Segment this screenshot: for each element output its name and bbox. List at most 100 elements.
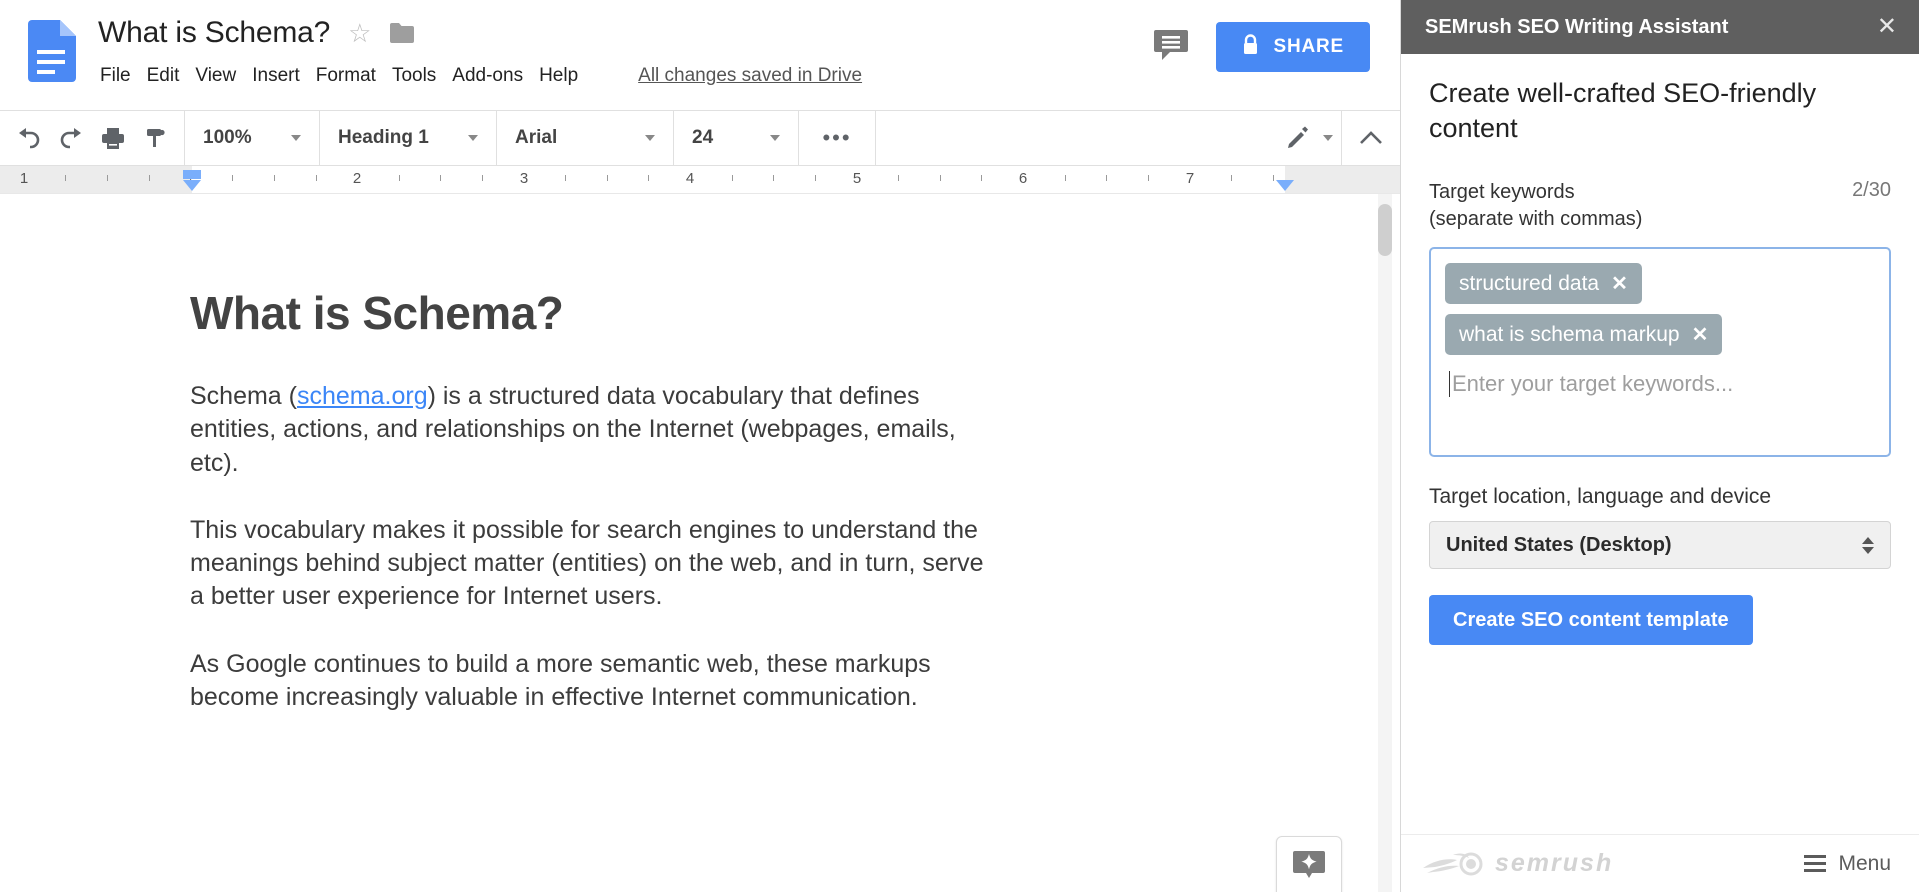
keyword-tag[interactable]: what is schema markup ✕: [1445, 314, 1723, 356]
vertical-scrollbar-track[interactable]: [1378, 194, 1392, 892]
ruler-number: 4: [685, 170, 695, 187]
semrush-wordmark: semrush: [1495, 849, 1614, 877]
ruler-number: 3: [519, 170, 529, 187]
keyword-tag[interactable]: structured data ✕: [1445, 263, 1642, 305]
title-row: What is Schema? ☆: [98, 16, 862, 50]
document-heading: What is Schema?: [190, 287, 564, 339]
create-seo-content-template-button[interactable]: Create SEO content template: [1429, 595, 1753, 646]
panel-headline: Create well-crafted SEO-friendly content: [1429, 78, 1817, 143]
keywords-counter: 2/30: [1852, 179, 1891, 202]
document-page[interactable]: What is Schema? Schema (schema.org) is a…: [0, 194, 1400, 714]
document-body: What is Schema? Schema (schema.org) is a…: [0, 286, 1180, 714]
font-family-select[interactable]: Arial: [505, 117, 665, 159]
keywords-label: Target keywords (separate with commas): [1429, 179, 1642, 233]
vertical-scrollbar-thumb[interactable]: [1378, 204, 1392, 256]
panel-menu-label: Menu: [1838, 851, 1891, 875]
paragraph-style-select[interactable]: Heading 1: [328, 117, 488, 159]
header-actions: SHARE: [1154, 22, 1370, 72]
remove-keyword-icon[interactable]: ✕: [1692, 322, 1709, 347]
menu-item-file[interactable]: File: [98, 62, 147, 90]
document-paragraph: As Google continues to build a more sema…: [190, 649, 931, 711]
paint-format-icon[interactable]: [134, 117, 176, 159]
ruler-left-margin: [0, 166, 192, 193]
share-button[interactable]: SHARE: [1216, 22, 1370, 72]
menu-item-insert[interactable]: Insert: [252, 62, 316, 90]
menu-item-tools[interactable]: Tools: [392, 62, 452, 90]
document-title[interactable]: What is Schema?: [98, 16, 330, 50]
redo-icon[interactable]: [50, 117, 92, 159]
target-keywords-input[interactable]: structured data ✕ what is schema markup …: [1429, 247, 1891, 458]
ruler-number: 1: [19, 170, 29, 187]
right-indent-marker[interactable]: [1276, 180, 1294, 191]
hamburger-icon: [1804, 855, 1827, 872]
first-line-indent-marker[interactable]: [183, 180, 201, 191]
chevron-down-icon: [468, 135, 478, 141]
folder-icon[interactable]: [389, 22, 415, 44]
zoom-select[interactable]: 100%: [193, 117, 311, 159]
more-options-button[interactable]: •••: [807, 117, 867, 159]
undo-icon[interactable]: [8, 117, 50, 159]
ruler[interactable]: 1 2 3 4 5 6 7: [0, 166, 1400, 194]
keyword-tag-label: structured data: [1459, 271, 1600, 295]
comment-icon[interactable]: [1154, 28, 1190, 67]
keywords-label-row: Target keywords (separate with commas) 2…: [1429, 179, 1891, 233]
zoom-value: 100%: [203, 127, 252, 148]
keywords-label-line1: Target keywords: [1429, 181, 1575, 204]
keyword-tag-label: what is schema markup: [1459, 322, 1680, 346]
font-group: Arial: [497, 111, 674, 165]
explore-button[interactable]: [1276, 836, 1342, 892]
location-label: Target location, language and device: [1429, 485, 1772, 509]
close-icon[interactable]: ✕: [1877, 15, 1897, 39]
zoom-group: 100%: [185, 111, 320, 165]
lock-icon: [1242, 33, 1259, 61]
ruler-number: 5: [852, 170, 862, 187]
history-group: [0, 111, 185, 165]
keywords-placeholder: Enter your target keywords...: [1452, 371, 1734, 397]
keywords-label-line2: (separate with commas): [1429, 208, 1643, 231]
font-size-value: 24: [692, 127, 714, 148]
left-indent-handle[interactable]: [183, 170, 201, 179]
style-group: Heading 1: [320, 111, 497, 165]
font-family-value: Arial: [515, 127, 558, 148]
docs-header: What is Schema? ☆ File Edit View Insert …: [0, 0, 1400, 110]
location-select[interactable]: United States (Desktop): [1429, 521, 1891, 570]
menu-item-view[interactable]: View: [195, 62, 252, 90]
stepper-icon: [1862, 536, 1874, 554]
semrush-seo-writing-assistant-panel: SEMrush SEO Writing Assistant ✕ Create w…: [1400, 0, 1919, 892]
chevron-up-icon[interactable]: [1350, 117, 1392, 159]
schema-org-link[interactable]: schema.org: [297, 382, 428, 410]
ruler-number: 6: [1018, 170, 1028, 187]
menu-item-edit[interactable]: Edit: [147, 62, 196, 90]
keyword-text-entry[interactable]: Enter your target keywords...: [1445, 371, 1875, 398]
save-status[interactable]: All changes saved in Drive: [638, 65, 862, 87]
panel-body: Create well-crafted SEO-friendly content…: [1401, 54, 1919, 834]
google-docs-icon: [26, 20, 76, 82]
more-options-label: •••: [822, 125, 852, 150]
paragraph-text: Schema (: [190, 382, 297, 410]
pencil-icon[interactable]: [1277, 117, 1319, 159]
print-icon[interactable]: [92, 117, 134, 159]
document-paragraph: This vocabulary makes it possible for se…: [190, 515, 984, 611]
panel-footer: semrush Menu: [1401, 834, 1919, 892]
menu-item-format[interactable]: Format: [316, 62, 392, 90]
remove-keyword-icon[interactable]: ✕: [1611, 271, 1628, 296]
explore-icon: [1292, 848, 1326, 887]
menu-item-help[interactable]: Help: [539, 62, 594, 90]
more-group: •••: [799, 111, 876, 165]
font-size-select[interactable]: 24: [682, 117, 790, 159]
menu-bar: File Edit View Insert Format Tools Add-o…: [98, 62, 862, 90]
menu-item-addons[interactable]: Add-ons: [452, 62, 539, 90]
ruler-number: 7: [1185, 170, 1195, 187]
star-icon[interactable]: ☆: [348, 20, 371, 46]
location-value: United States (Desktop): [1446, 533, 1672, 556]
panel-menu-button[interactable]: Menu: [1804, 852, 1891, 876]
paragraph-style-value: Heading 1: [338, 127, 429, 148]
text-cursor: [1449, 371, 1450, 398]
chevron-down-icon[interactable]: [1323, 135, 1333, 141]
panel-title: SEMrush SEO Writing Assistant: [1425, 15, 1729, 38]
chevron-down-icon: [645, 135, 655, 141]
font-size-group: 24: [674, 111, 799, 165]
title-block: What is Schema? ☆ File Edit View Insert …: [98, 16, 862, 90]
chevron-down-icon: [770, 135, 780, 141]
